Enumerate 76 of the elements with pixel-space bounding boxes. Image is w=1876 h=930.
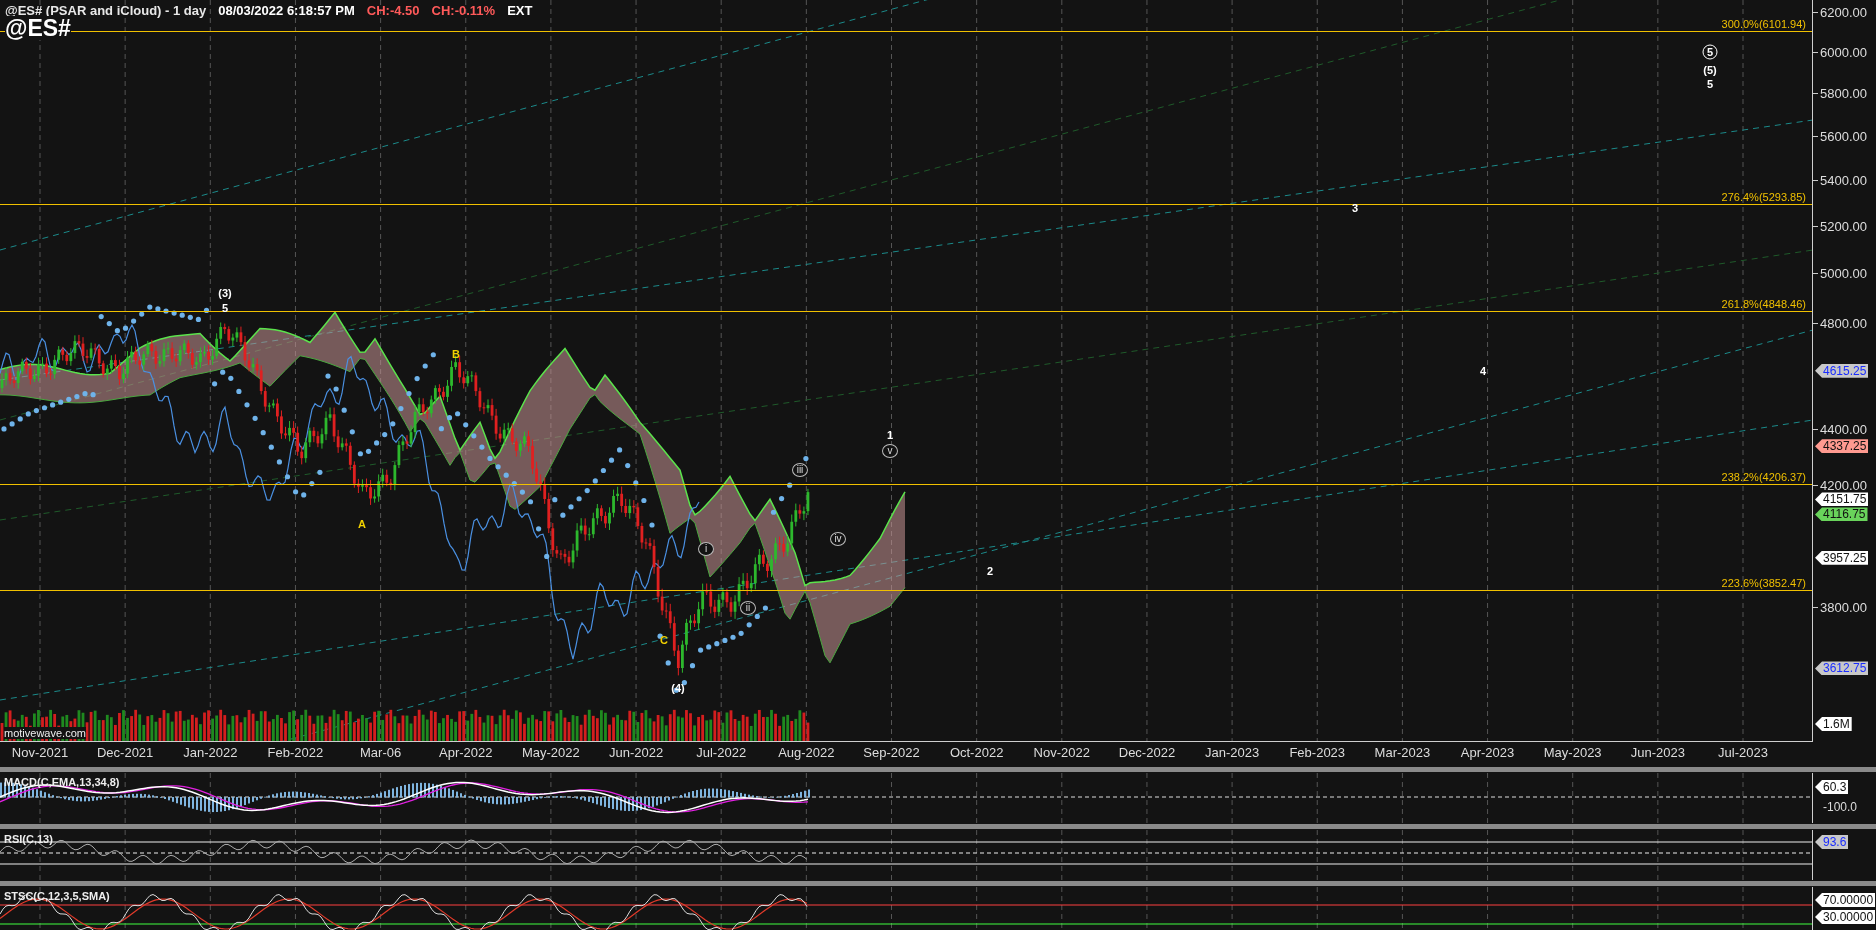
wave-label: 5 bbox=[1706, 78, 1714, 90]
price-tag: 4116.75 bbox=[1815, 507, 1868, 522]
date-label: May-2023 bbox=[1543, 745, 1602, 760]
price-tick-label: 5800.00 bbox=[1820, 85, 1867, 101]
price-tick-label: 4200.00 bbox=[1820, 477, 1867, 493]
price-tag: 3612.75 bbox=[1815, 661, 1869, 676]
indicator-value-tag: 60.3 bbox=[1815, 780, 1849, 794]
indicator-label: STSC(C,12,3,5,SMA) bbox=[4, 890, 110, 902]
chart-title: @ES# (PSAR and iCloud) - 1 day bbox=[5, 3, 207, 18]
date-label: Jan-2022 bbox=[183, 745, 238, 760]
fib-level-label: 238.2%(4206.37) bbox=[1721, 470, 1806, 484]
wave-label: 4 bbox=[1479, 365, 1487, 377]
wave-label: ii bbox=[740, 601, 756, 615]
indicator-value-tag: 70.00000 bbox=[1815, 893, 1876, 907]
date-label: Jul-2023 bbox=[1718, 745, 1768, 760]
price-tag: 4151.75 bbox=[1815, 492, 1869, 507]
indicator-value-tag: 93.6 bbox=[1815, 835, 1849, 849]
date-label: Feb-2023 bbox=[1289, 745, 1346, 760]
date-label: Jun-2022 bbox=[608, 745, 664, 760]
indicator-value-tag: -100.0 bbox=[1815, 800, 1860, 814]
price-tag: 3957.25 bbox=[1815, 550, 1869, 565]
price-tag: 4337.25 bbox=[1815, 439, 1869, 454]
fib-level-label: 300.0%(6101.94) bbox=[1721, 18, 1806, 32]
fib-level-label: 276.4%(5293.85) bbox=[1721, 191, 1806, 205]
wave-label: v bbox=[882, 444, 898, 458]
wave-label: i bbox=[698, 542, 714, 556]
date-label: Dec-2021 bbox=[96, 745, 154, 760]
source-label: motivewave.com bbox=[4, 727, 86, 739]
wave-label: A bbox=[358, 518, 366, 530]
wave-label: B bbox=[452, 348, 460, 360]
indicator-label: RSI(C,13) bbox=[4, 833, 53, 845]
date-label: Jul-2022 bbox=[696, 745, 747, 760]
date-label: Feb-2022 bbox=[267, 745, 324, 760]
date-label: Apr-2022 bbox=[439, 745, 493, 760]
session-label: EXT bbox=[507, 3, 533, 18]
date-label: Jun-2023 bbox=[1630, 745, 1685, 760]
date-label: Dec-2022 bbox=[1118, 745, 1176, 760]
price-tag: 4615.25 bbox=[1815, 363, 1869, 378]
change-value: CH:-4.50 bbox=[366, 3, 420, 18]
indicator-label: MACD(C,EMA,13,34,8) bbox=[4, 776, 120, 788]
price-tick-label: 5400.00 bbox=[1820, 172, 1867, 188]
price-tick-label: 6000.00 bbox=[1820, 44, 1867, 60]
date-label: Nov-2022 bbox=[1033, 745, 1090, 760]
date-label: Sep-2022 bbox=[863, 745, 920, 760]
change-value: CH:-0.11% bbox=[431, 3, 496, 18]
wave-label: 5 bbox=[221, 302, 229, 314]
price-tick-label: 3800.00 bbox=[1820, 599, 1867, 615]
wave-label: C bbox=[660, 634, 668, 646]
wave-label: iv bbox=[830, 532, 846, 546]
volume-tag: 1.6M bbox=[1815, 717, 1852, 731]
date-label: Mar-06 bbox=[360, 745, 402, 760]
price-tick-label: 4800.00 bbox=[1820, 315, 1867, 331]
date-label: Apr-2023 bbox=[1460, 745, 1515, 760]
price-tick-label: 5000.00 bbox=[1820, 265, 1867, 281]
fib-level-label: 223.6%(3852.47) bbox=[1721, 577, 1806, 591]
wave-label: (3) bbox=[218, 287, 232, 299]
wave-label: (5) bbox=[1703, 64, 1717, 76]
price-tick-label: 5200.00 bbox=[1820, 218, 1867, 234]
date-label: Nov-2021 bbox=[11, 745, 69, 760]
wave-label: 2 bbox=[986, 565, 994, 577]
symbol-label: @ES# bbox=[5, 16, 71, 40]
price-tick-label: 4400.00 bbox=[1820, 421, 1867, 437]
date-label: Aug-2022 bbox=[778, 745, 835, 760]
wave-label: iii bbox=[792, 463, 808, 477]
price-tick-label: 6200.00 bbox=[1820, 4, 1867, 20]
wave-label: (4) bbox=[671, 682, 685, 694]
date-label: Jan-2023 bbox=[1205, 745, 1260, 760]
wave-label: 1 bbox=[886, 429, 894, 441]
indicator-value-tag: 30.00000 bbox=[1815, 910, 1876, 924]
fib-level-label: 261.8%(4848.46) bbox=[1721, 297, 1806, 311]
date-label: Oct-2022 bbox=[949, 745, 1004, 760]
wave-label: 3 bbox=[1351, 202, 1359, 214]
price-tick-label: 5600.00 bbox=[1820, 128, 1867, 144]
timestamp: 08/03/2022 6:18:57 PM bbox=[218, 3, 355, 18]
date-label: May-2022 bbox=[522, 745, 580, 760]
date-label: Mar-2023 bbox=[1374, 745, 1431, 760]
